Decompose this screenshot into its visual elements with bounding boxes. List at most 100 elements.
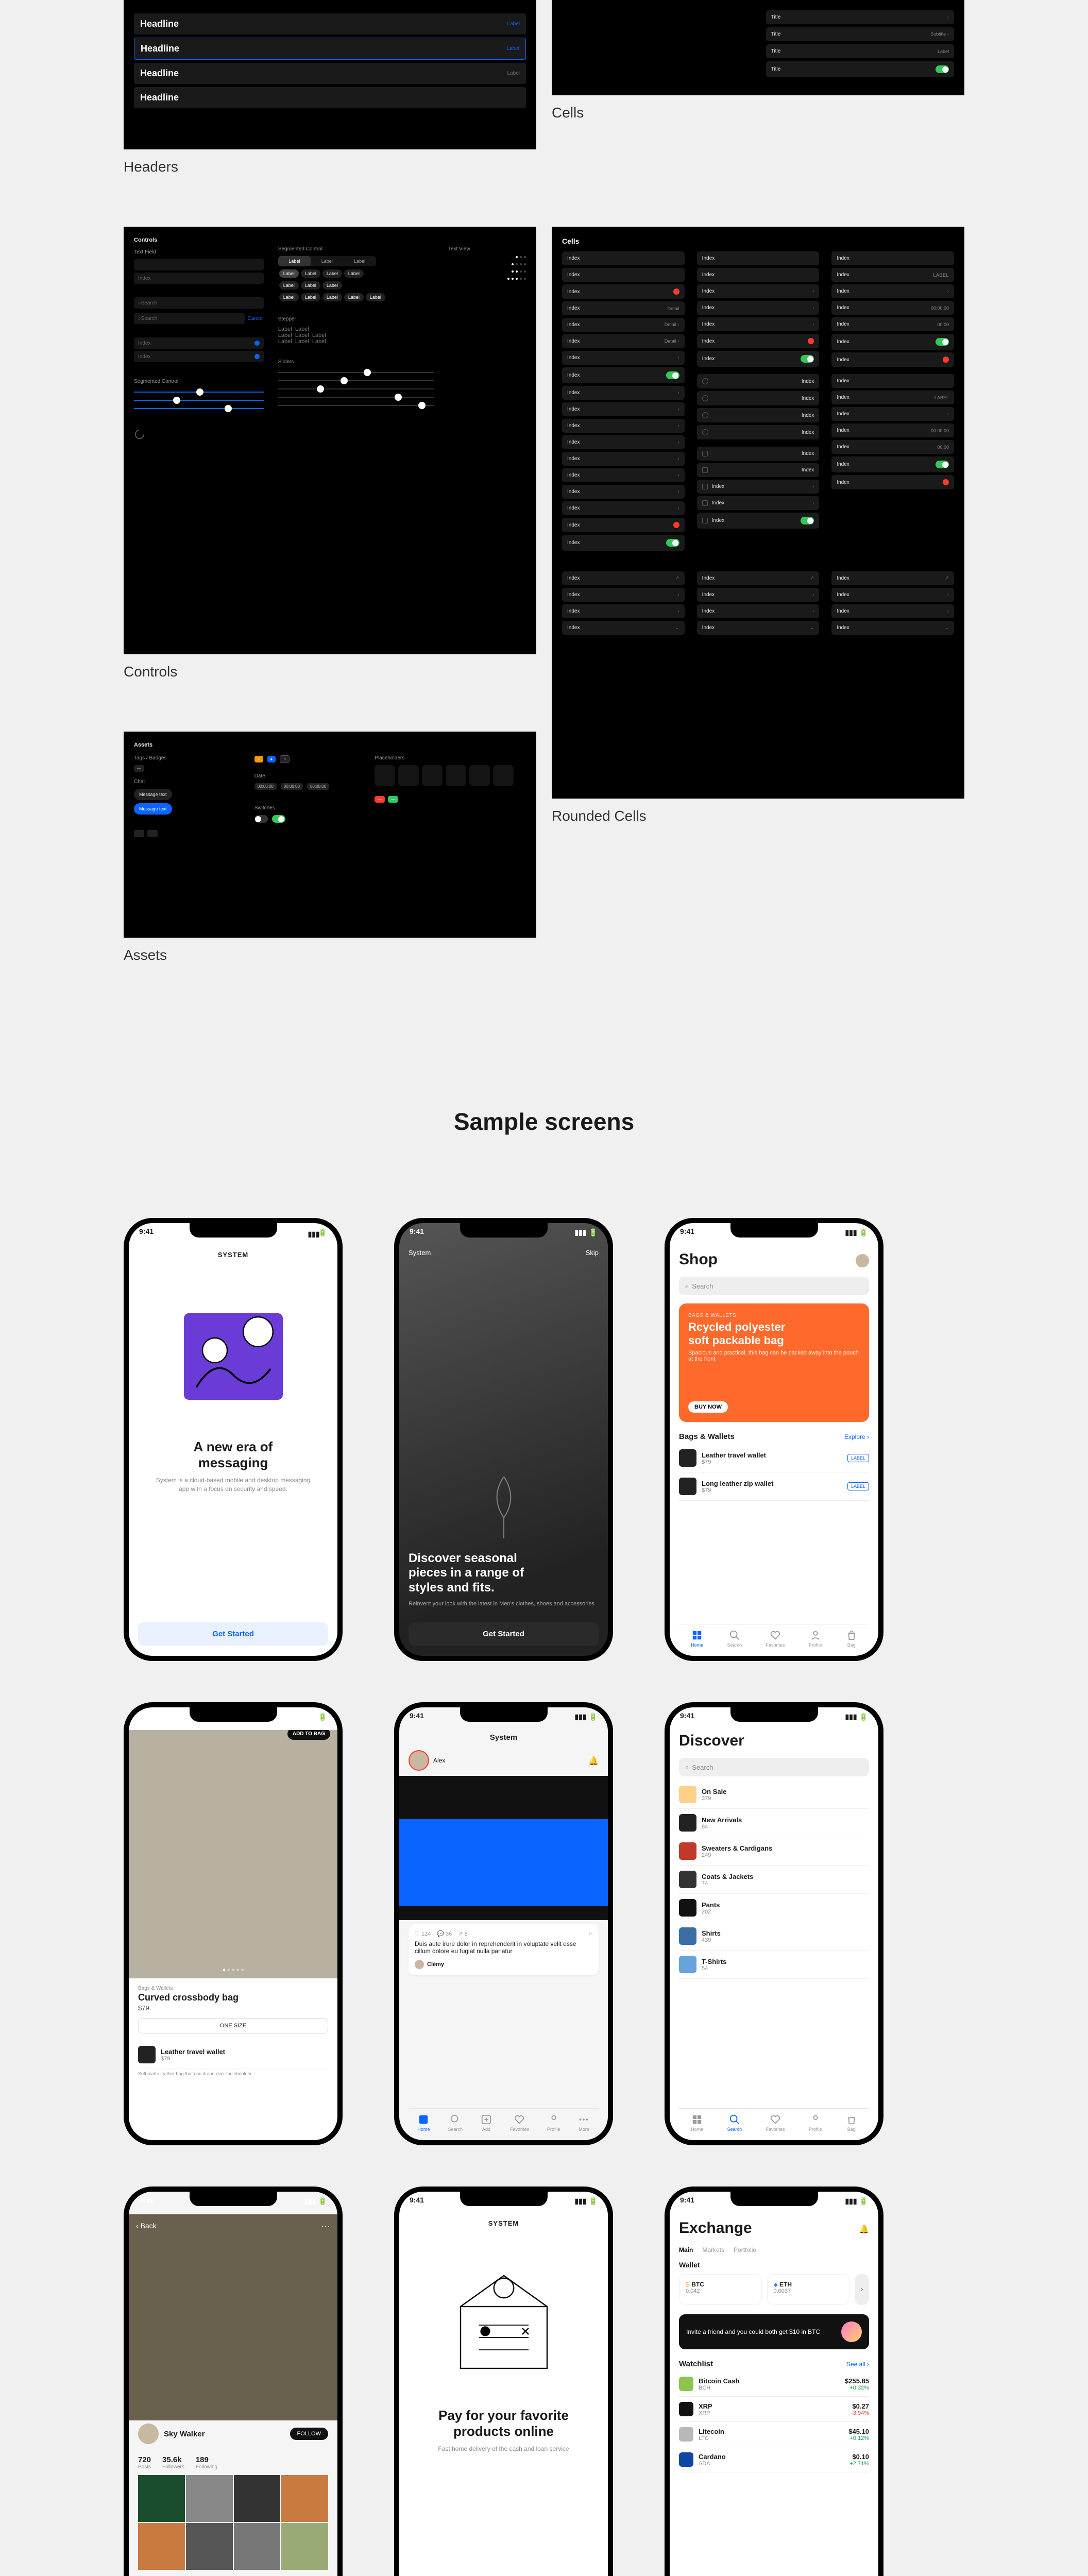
tab-favorites[interactable]: Favorites bbox=[510, 2114, 529, 2132]
cell-row[interactable]: Index00:00:00 bbox=[831, 423, 954, 437]
cell-row[interactable]: Index› bbox=[697, 496, 820, 510]
cell-row[interactable]: TitleLabel bbox=[766, 44, 954, 58]
back-button[interactable]: ‹ Back bbox=[136, 2222, 157, 2230]
search-input[interactable]: ⌕ Search bbox=[134, 313, 245, 324]
get-started-button[interactable]: Get Started bbox=[409, 1622, 599, 1646]
cell-row[interactable]: Index bbox=[697, 374, 820, 388]
add-to-bag-button[interactable]: ADD TO BAG bbox=[287, 1730, 330, 1740]
cell-row[interactable]: Index› bbox=[562, 501, 685, 515]
search-input[interactable]: ⌕Search bbox=[679, 1277, 869, 1295]
cell-row[interactable]: Index bbox=[697, 447, 820, 461]
cell-row[interactable]: IndexLABEL bbox=[831, 391, 954, 404]
cell-row[interactable]: IndexDetail › bbox=[562, 334, 685, 348]
cell-row[interactable]: Index bbox=[831, 475, 954, 489]
list-item[interactable]: T-Shirts54 bbox=[679, 1951, 869, 1979]
cell-row[interactable]: TitleSubtitle › bbox=[766, 27, 954, 41]
toggle-switch[interactable] bbox=[801, 355, 814, 363]
tab-search[interactable]: Search bbox=[727, 1630, 742, 1648]
text-input[interactable]: Index bbox=[134, 351, 264, 362]
cell-row[interactable]: Title bbox=[766, 61, 954, 77]
list-item[interactable]: Sweaters & Cardigans249 bbox=[679, 1837, 869, 1866]
cell-row[interactable]: Index bbox=[831, 334, 954, 350]
toggle-switch[interactable] bbox=[936, 65, 949, 73]
cell-row[interactable]: Index bbox=[562, 535, 685, 551]
cell-row[interactable]: Index› bbox=[562, 485, 685, 499]
skip-button[interactable]: Skip bbox=[586, 1249, 599, 1257]
story-avatar[interactable] bbox=[409, 1750, 429, 1771]
cancel-button[interactable]: Cancel bbox=[248, 316, 264, 321]
post-image[interactable] bbox=[399, 1776, 608, 1920]
text-input[interactable]: Index bbox=[134, 337, 264, 349]
slider[interactable] bbox=[278, 397, 434, 398]
text-input[interactable]: Index bbox=[134, 273, 264, 284]
list-item[interactable]: Pants202 bbox=[679, 1894, 869, 1922]
wallet-card[interactable]: ◆ ETH0.0037 bbox=[767, 2274, 850, 2305]
follow-button[interactable]: FOLLOW bbox=[290, 2428, 328, 2440]
clear-icon[interactable] bbox=[254, 341, 260, 346]
cell-row[interactable]: Index› bbox=[562, 386, 685, 400]
tab-markets[interactable]: Markets bbox=[702, 2246, 724, 2253]
slider[interactable] bbox=[278, 405, 434, 406]
watchlist-item[interactable]: XRPXRP$0.27-3.94% bbox=[679, 2397, 869, 2422]
avatar[interactable] bbox=[138, 2424, 159, 2444]
cell-row[interactable]: Index bbox=[697, 391, 820, 405]
slider[interactable] bbox=[134, 392, 264, 393]
cell-row[interactable]: Index› bbox=[831, 284, 954, 298]
slider[interactable] bbox=[278, 372, 434, 373]
cell-row[interactable]: Index› bbox=[562, 435, 685, 449]
list-item[interactable]: Leather travel wallet$79 bbox=[138, 2041, 328, 2069]
tab-favorites[interactable]: Favorites bbox=[766, 2114, 785, 2132]
comments-count[interactable]: 💬 36 bbox=[437, 1930, 452, 1937]
tab-portfolio[interactable]: Portfolio bbox=[734, 2246, 756, 2253]
cell-row[interactable]: Index› bbox=[697, 301, 820, 315]
cell-row[interactable]: Index› bbox=[697, 284, 820, 298]
likes-count[interactable]: ♡ 124 bbox=[415, 1930, 431, 1937]
slider[interactable] bbox=[278, 388, 434, 389]
cell-row[interactable]: Index bbox=[831, 456, 954, 472]
shares-count[interactable]: ↗ 8 bbox=[458, 1930, 467, 1937]
list-item[interactable]: Coats & Jackets74 bbox=[679, 1866, 869, 1894]
toggle-switch[interactable] bbox=[666, 371, 679, 379]
watchlist-item[interactable]: Bitcoin CashBCH$255.85+0.32% bbox=[679, 2371, 869, 2397]
wallet-card[interactable]: ₿ BTC0.042 bbox=[679, 2274, 762, 2305]
tab-add[interactable]: Add bbox=[481, 2114, 492, 2132]
notification-icon[interactable]: 🔔 bbox=[859, 2224, 869, 2234]
cell-row[interactable]: Index bbox=[562, 284, 685, 299]
search-input[interactable]: ⌕Search bbox=[679, 1758, 869, 1776]
cell-row[interactable]: Index bbox=[562, 518, 685, 532]
watchlist-item[interactable]: LitecoinLTC$45.10+0.12% bbox=[679, 2422, 869, 2447]
cell-row[interactable]: Index00:00:00 bbox=[831, 301, 954, 315]
cell-row[interactable]: Index› bbox=[697, 317, 820, 331]
tab-profile[interactable]: Profile bbox=[809, 1630, 822, 1648]
cell-row[interactable]: Index bbox=[697, 334, 820, 348]
stepper-minus[interactable] bbox=[134, 830, 144, 837]
wallet-next[interactable]: › bbox=[855, 2274, 869, 2305]
tab-favorites[interactable]: Favorites bbox=[766, 1630, 785, 1648]
cell-row[interactable]: IndexDetail › bbox=[562, 318, 685, 332]
tab-home[interactable]: Home bbox=[691, 1630, 703, 1648]
cell-row[interactable]: Index bbox=[697, 251, 820, 265]
delete-icon[interactable] bbox=[673, 289, 679, 295]
buy-now-button[interactable]: BUY NOW bbox=[688, 1401, 728, 1413]
more-icon[interactable]: ⋯ bbox=[321, 2222, 330, 2232]
cell-row[interactable]: Index bbox=[697, 351, 820, 367]
tab-profile[interactable]: Profile bbox=[809, 2114, 822, 2132]
list-item[interactable]: Leather travel wallet$79LABEL bbox=[679, 1444, 869, 1472]
tab-home[interactable]: Home bbox=[691, 2114, 703, 2132]
cell-row[interactable]: Index00:00 bbox=[831, 317, 954, 331]
list-item[interactable]: On Sale379 bbox=[679, 1781, 869, 1809]
cell-row[interactable]: Index00:00 bbox=[831, 440, 954, 454]
slider[interactable] bbox=[278, 380, 434, 381]
avatar[interactable] bbox=[856, 1254, 869, 1267]
tab-bag[interactable]: Bag bbox=[846, 2114, 857, 2132]
cell-row[interactable]: Index bbox=[697, 425, 820, 439]
checkbox-icon[interactable] bbox=[702, 451, 708, 456]
tab-search[interactable]: Search bbox=[448, 2114, 463, 2132]
slider[interactable] bbox=[134, 400, 264, 401]
stepper-plus[interactable] bbox=[147, 830, 158, 837]
tab-profile[interactable]: Profile bbox=[547, 2114, 560, 2132]
list-item[interactable]: Long leather zip wallet$79LABEL bbox=[679, 1472, 869, 1501]
cell-row[interactable]: Index› bbox=[831, 407, 954, 421]
cell-row[interactable]: Index bbox=[697, 268, 820, 282]
search-input[interactable]: ⌕ Search bbox=[134, 297, 264, 309]
